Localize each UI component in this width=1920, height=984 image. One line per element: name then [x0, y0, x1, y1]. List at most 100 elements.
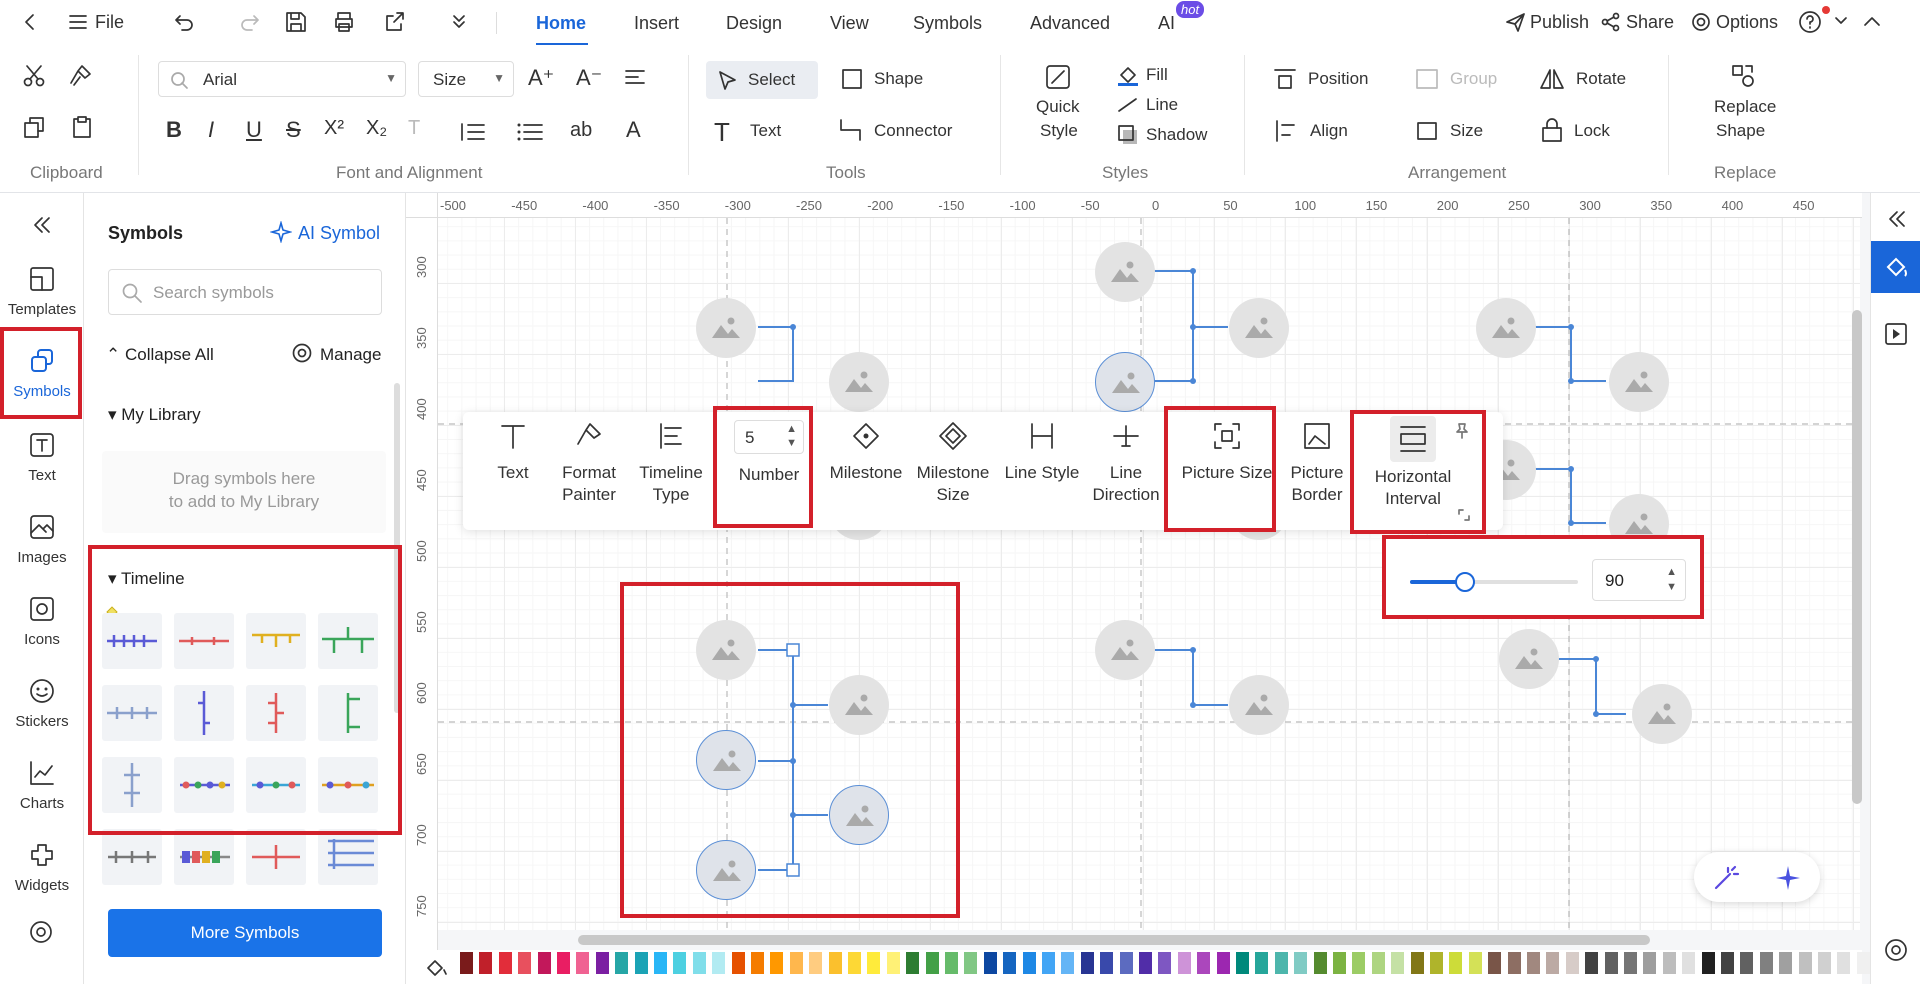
color-swatch[interactable]	[460, 952, 473, 974]
ctx-picture-border[interactable]: Picture Border	[1279, 420, 1355, 506]
color-swatch[interactable]	[634, 952, 648, 974]
color-swatch[interactable]	[673, 952, 687, 974]
line-button[interactable]: Line	[1146, 95, 1178, 115]
color-swatch[interactable]	[518, 952, 532, 974]
color-swatch[interactable]	[1546, 952, 1560, 974]
replace-shape-label[interactable]: Replace	[1714, 97, 1776, 117]
format-painter-icon[interactable]	[68, 63, 94, 89]
tab-advanced[interactable]: Advanced	[1030, 13, 1110, 34]
lock-button[interactable]: Lock	[1574, 121, 1610, 141]
quick-style-label[interactable]: Quick	[1036, 97, 1079, 117]
color-swatch[interactable]	[1022, 952, 1036, 974]
subscript-icon[interactable]: X₂	[366, 117, 387, 140]
replace-shape-label-2[interactable]: Shape	[1716, 121, 1765, 141]
color-swatch[interactable]	[925, 952, 939, 974]
manage-button[interactable]: Manage	[320, 345, 381, 365]
color-swatch[interactable]	[1759, 952, 1773, 974]
ctx-text[interactable]: Text	[483, 420, 543, 484]
color-swatch[interactable]	[770, 952, 784, 974]
presentation-icon[interactable]	[1883, 321, 1909, 347]
color-swatch[interactable]	[1430, 952, 1443, 974]
underline-icon[interactable]: U	[246, 117, 262, 143]
settings-gear-icon[interactable]	[1883, 937, 1909, 963]
ctx-milestone-size[interactable]: Milestone Size	[909, 420, 997, 506]
color-swatch[interactable]	[1274, 952, 1288, 974]
color-swatch[interactable]	[1701, 952, 1715, 974]
color-swatch[interactable]	[537, 952, 551, 974]
color-swatch[interactable]	[1255, 952, 1269, 974]
nav-templates[interactable]: Templates	[0, 265, 84, 318]
font-color-icon[interactable]: A	[626, 117, 641, 143]
color-swatch[interactable]	[848, 952, 861, 974]
horizontal-scrollbar[interactable]	[578, 935, 1650, 945]
color-swatch[interactable]	[1197, 952, 1211, 974]
color-swatch[interactable]	[1080, 952, 1094, 974]
picture-placeholder[interactable]	[1632, 684, 1692, 744]
picture-placeholder[interactable]	[1095, 620, 1155, 680]
select-button[interactable]: Select	[706, 61, 818, 99]
expand-panel-icon[interactable]	[1885, 207, 1909, 231]
color-swatch[interactable]	[479, 952, 493, 974]
color-swatch[interactable]	[964, 952, 978, 974]
help-icon[interactable]	[1798, 10, 1822, 34]
color-swatch[interactable]	[1391, 952, 1405, 974]
color-swatch[interactable]	[576, 952, 590, 974]
quick-style-label-2[interactable]: Style	[1040, 121, 1078, 141]
ctx-timeline-type[interactable]: Timeline Type	[631, 420, 711, 506]
connector-button[interactable]: Connector	[874, 121, 952, 141]
save-icon[interactable]	[284, 10, 308, 34]
more-icon[interactable]	[450, 12, 468, 32]
line-spacing-icon[interactable]	[458, 121, 488, 143]
color-swatch[interactable]	[498, 952, 512, 974]
color-swatch[interactable]	[692, 952, 706, 974]
nav-widgets[interactable]: Widgets	[0, 841, 84, 894]
color-swatch[interactable]	[1488, 952, 1502, 974]
more-symbols-button[interactable]: More Symbols	[108, 909, 382, 957]
color-swatch[interactable]	[1682, 952, 1696, 974]
ctx-line-direction[interactable]: Line Direction	[1083, 420, 1169, 506]
tab-symbols[interactable]: Symbols	[913, 13, 982, 34]
nav-stickers[interactable]: Stickers	[0, 677, 84, 730]
text-tool-button[interactable]: Text	[750, 121, 781, 141]
rotate-button[interactable]: Rotate	[1576, 69, 1626, 89]
color-swatch[interactable]	[1003, 952, 1017, 974]
ctx-format-painter[interactable]: Format Painter	[549, 420, 629, 506]
collapse-all-button[interactable]: ⌃ Collapse All	[106, 345, 214, 365]
picture-placeholder[interactable]	[1229, 675, 1289, 735]
color-swatch[interactable]	[809, 952, 823, 974]
group-button[interactable]: Group	[1450, 69, 1497, 89]
my-library-header[interactable]: ▾ My Library	[108, 405, 201, 425]
picture-placeholder[interactable]	[1095, 242, 1155, 302]
undo-icon[interactable]	[172, 10, 196, 34]
font-select[interactable]: Arial ▼	[158, 61, 406, 97]
file-menu[interactable]: File	[95, 12, 124, 33]
tab-view[interactable]: View	[830, 13, 869, 34]
color-swatch[interactable]	[1352, 952, 1366, 974]
increase-font-icon[interactable]: A⁺	[528, 65, 554, 91]
color-swatch[interactable]	[1410, 952, 1424, 974]
tab-home[interactable]: Home	[536, 13, 586, 34]
nav-text[interactable]: Text	[0, 431, 84, 484]
color-swatch[interactable]	[1100, 952, 1114, 974]
interval-slider[interactable]	[1410, 572, 1578, 592]
size-button[interactable]: Size	[1450, 121, 1483, 141]
bold-icon[interactable]: B	[166, 117, 182, 143]
color-swatch[interactable]	[1565, 952, 1579, 974]
redo-icon[interactable]	[238, 10, 262, 34]
picture-placeholder[interactable]	[1229, 298, 1289, 358]
text-style-icon[interactable]: T	[408, 117, 420, 140]
color-swatch[interactable]	[751, 952, 764, 974]
color-swatch[interactable]	[1468, 952, 1482, 974]
italic-icon[interactable]: I	[208, 117, 214, 143]
color-swatch[interactable]	[1721, 952, 1734, 974]
color-swatch[interactable]	[1837, 952, 1851, 974]
my-library-dropzone[interactable]: Drag symbols here to add to My Library	[102, 451, 386, 533]
color-swatch[interactable]	[615, 952, 629, 974]
vertical-scrollbar[interactable]	[1852, 310, 1862, 804]
color-swatch[interactable]	[1662, 952, 1676, 974]
color-swatch[interactable]	[557, 952, 570, 974]
picture-placeholder[interactable]	[1499, 629, 1559, 689]
nav-symbols[interactable]: Symbols	[0, 347, 84, 400]
nav-images[interactable]: Images	[0, 513, 84, 566]
nav-icons[interactable]: Icons	[0, 595, 84, 648]
